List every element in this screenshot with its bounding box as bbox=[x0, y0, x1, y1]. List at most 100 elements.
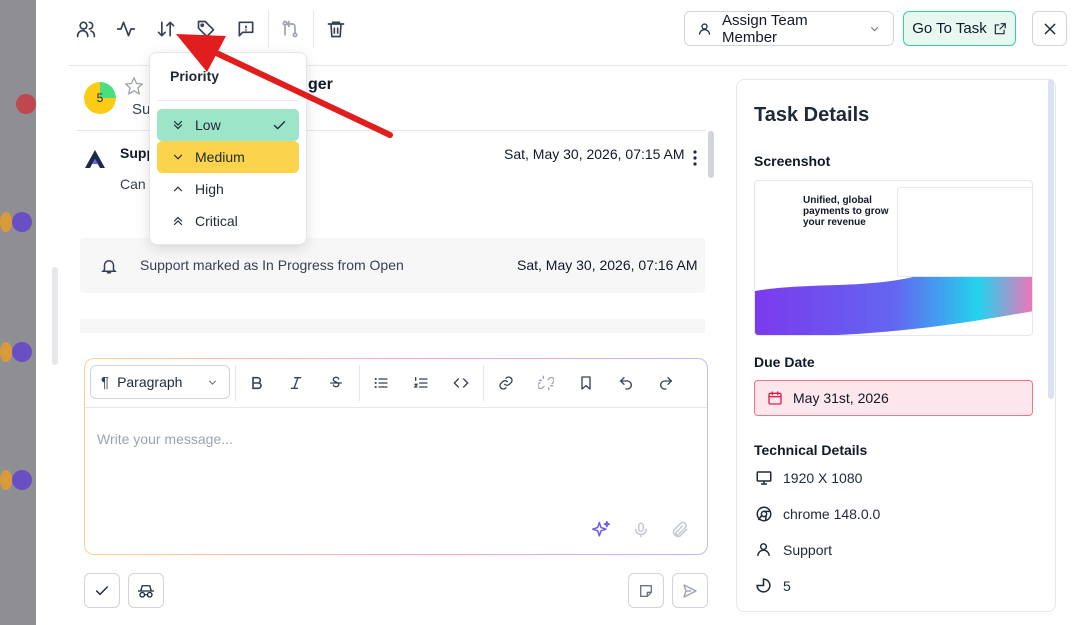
ordered-list-button[interactable] bbox=[408, 370, 434, 396]
calendar-icon bbox=[768, 391, 782, 405]
priority-gauge-icon bbox=[756, 578, 771, 593]
priority-option-medium[interactable]: Medium bbox=[157, 141, 299, 173]
user-row: Support bbox=[754, 541, 832, 558]
toolbar-separator bbox=[313, 10, 314, 48]
bookmark-icon bbox=[581, 376, 591, 390]
check-icon bbox=[95, 585, 109, 595]
left-scrollbar[interactable] bbox=[52, 267, 58, 365]
backdrop-badge bbox=[12, 470, 32, 490]
code-icon bbox=[453, 378, 469, 388]
event-text: Support marked as In Progress from Open bbox=[140, 257, 404, 273]
priority-option-label: Critical bbox=[195, 213, 238, 229]
task-details-panel: Task Details Screenshot Unified, global … bbox=[736, 79, 1056, 612]
priority-option-low[interactable]: Low bbox=[157, 109, 299, 141]
company-logo-icon bbox=[85, 150, 105, 168]
monitor-icon bbox=[756, 471, 771, 485]
sticky-note-icon bbox=[640, 584, 652, 597]
assign-team-member-select[interactable]: Assign Team Member bbox=[684, 11, 894, 46]
user-value: Support bbox=[783, 541, 833, 558]
activity-icon bbox=[116, 21, 136, 37]
external-link-icon bbox=[994, 22, 1006, 34]
chevron-down-icon bbox=[208, 379, 217, 385]
due-date-label: Due Date bbox=[754, 354, 815, 370]
ai-assist-button[interactable] bbox=[590, 519, 612, 541]
unlink-button[interactable] bbox=[533, 370, 559, 396]
redo-icon bbox=[660, 377, 673, 390]
screenshot-label: Screenshot bbox=[754, 153, 831, 169]
activity-event-partial bbox=[80, 319, 705, 333]
block-type-label: Paragraph bbox=[117, 374, 183, 390]
undo-button[interactable] bbox=[613, 370, 639, 396]
technical-details-label: Technical Details bbox=[754, 442, 868, 458]
sort-priority-icon bbox=[157, 21, 175, 37]
editor-separator bbox=[235, 365, 236, 401]
tags-button[interactable] bbox=[189, 12, 223, 46]
resolve-button[interactable] bbox=[84, 573, 120, 608]
browser-value: chrome 148.0.0 bbox=[783, 506, 881, 522]
details-scrollbar[interactable] bbox=[1048, 79, 1054, 399]
check-icon bbox=[273, 121, 286, 130]
user-icon bbox=[757, 543, 770, 556]
priority-row: 5 bbox=[754, 577, 791, 594]
task-subtitle: Su bbox=[132, 101, 151, 118]
priority-button[interactable] bbox=[149, 12, 183, 46]
go-to-task-button[interactable]: Go To Task bbox=[903, 11, 1016, 46]
resolution-row: 1920 X 1080 bbox=[754, 469, 862, 487]
incognito-button[interactable] bbox=[128, 573, 164, 608]
strikethrough-button[interactable] bbox=[323, 370, 349, 396]
priority-dropdown-title: Priority bbox=[170, 68, 220, 84]
ordered-list-icon bbox=[413, 377, 428, 388]
priority-value: 5 bbox=[783, 577, 791, 594]
close-button[interactable] bbox=[1032, 11, 1067, 46]
report-button[interactable] bbox=[229, 12, 263, 46]
more-options-icon[interactable] bbox=[688, 149, 702, 167]
internal-note-button[interactable] bbox=[628, 573, 664, 608]
delete-button[interactable] bbox=[319, 12, 353, 46]
message-input[interactable]: Write your message... bbox=[97, 431, 233, 447]
bullet-list-icon bbox=[374, 377, 388, 389]
chevrons-up-icon bbox=[173, 216, 183, 226]
backdrop-badge bbox=[0, 470, 12, 490]
chevron-up-icon bbox=[173, 186, 183, 192]
backdrop-badge bbox=[0, 342, 12, 362]
priority-option-label: Low bbox=[195, 117, 221, 133]
priority-option-high[interactable]: High bbox=[157, 173, 299, 205]
bell-icon bbox=[101, 260, 117, 274]
italic-button[interactable] bbox=[283, 370, 309, 396]
go-to-task-label: Go To Task bbox=[912, 20, 987, 37]
chrome-icon bbox=[756, 506, 771, 522]
due-date-field[interactable]: May 31st, 2026 bbox=[754, 380, 1033, 416]
bullet-list-button[interactable] bbox=[368, 370, 394, 396]
activity-button[interactable] bbox=[109, 12, 143, 46]
priority-dropdown-divider bbox=[158, 100, 298, 101]
code-button[interactable] bbox=[448, 370, 474, 396]
chevron-down-icon bbox=[870, 26, 879, 31]
user-icon bbox=[698, 22, 711, 35]
chat-scrollbar[interactable] bbox=[708, 131, 714, 178]
undo-icon bbox=[619, 377, 632, 390]
bold-button[interactable] bbox=[244, 370, 270, 396]
attach-button[interactable] bbox=[669, 519, 691, 541]
merge-button[interactable] bbox=[273, 12, 307, 46]
star-icon[interactable] bbox=[124, 76, 144, 96]
chevrons-down-icon bbox=[173, 120, 183, 130]
resolution-value: 1920 X 1080 bbox=[783, 470, 863, 486]
send-button[interactable] bbox=[672, 573, 708, 608]
bookmark-button[interactable] bbox=[573, 370, 599, 396]
message-timestamp: Sat, May 30, 2026, 07:15 AM bbox=[504, 146, 685, 162]
team-members-button[interactable] bbox=[69, 12, 103, 46]
pilcrow-icon: ¶ bbox=[101, 373, 110, 391]
toolbar-separator bbox=[268, 10, 269, 48]
voice-input-button[interactable] bbox=[630, 519, 652, 541]
task-title: ger bbox=[308, 76, 333, 93]
priority-option-critical[interactable]: Critical bbox=[157, 205, 299, 237]
link-button[interactable] bbox=[493, 370, 519, 396]
redo-button[interactable] bbox=[653, 370, 679, 396]
send-icon bbox=[683, 583, 697, 598]
task-screenshot[interactable]: Unified, global payments to grow your re… bbox=[754, 180, 1033, 336]
italic-icon bbox=[290, 377, 302, 389]
message-editor: ¶ Paragraph Write your message... bbox=[84, 358, 708, 555]
block-type-select[interactable]: ¶ Paragraph bbox=[90, 365, 230, 399]
screenshot-form-card bbox=[897, 187, 1032, 277]
due-date-value: May 31st, 2026 bbox=[793, 390, 889, 406]
